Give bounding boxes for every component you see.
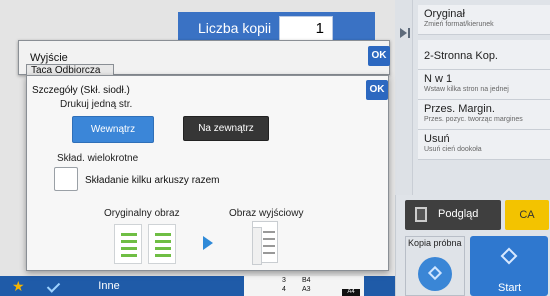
- outside-button[interactable]: Na zewnątrz: [183, 116, 269, 141]
- original-image-label: Oryginalny obraz: [104, 208, 180, 219]
- arrow-right-icon: [203, 236, 213, 250]
- original-page-right-icon: [148, 224, 176, 264]
- menu-item-original[interactable]: Oryginał Zmień format/kierunek: [418, 5, 550, 35]
- tray-size: B4: [302, 277, 311, 284]
- preview-button[interactable]: Podgląd: [405, 200, 501, 230]
- output-dialog-title: Wyjście: [30, 52, 68, 64]
- preview-icon: [415, 207, 427, 222]
- menu-item-subtitle: Usuń cień dookoła: [424, 146, 482, 153]
- menu-item-subtitle: Przes. pozyc. tworząc margines: [424, 116, 523, 123]
- inside-button[interactable]: Wewnątrz: [72, 116, 154, 143]
- multi-fold-checkbox[interactable]: [54, 167, 78, 191]
- menu-item-title: Przes. Margin.: [424, 103, 495, 115]
- start-button-label: Start: [498, 282, 522, 294]
- menu-item-subtitle: Zmień format/kierunek: [424, 21, 494, 28]
- details-dialog-title: Szczegóły (Skł. siodł.): [32, 85, 130, 96]
- details-ok-button[interactable]: OK: [366, 80, 388, 100]
- selected-paper-size-badge: A4: [342, 289, 360, 296]
- start-button[interactable]: Start: [470, 236, 548, 296]
- play-icon: [400, 28, 407, 38]
- tray-number: 3: [282, 277, 286, 284]
- favorite-star-icon[interactable]: ★: [12, 278, 25, 295]
- check-icon[interactable]: [42, 276, 70, 296]
- menu-item-title: Oryginał: [424, 8, 465, 20]
- menu-item-erase[interactable]: Usuń Usuń cień dookoła: [418, 130, 550, 160]
- menu-item-margin-shift[interactable]: Przes. Margin. Przes. pozyc. tworząc mar…: [418, 100, 550, 130]
- menu-item-title: 2-Stronna Kop.: [424, 50, 498, 62]
- multi-fold-checkbox-label[interactable]: Składanie kilku arkuszy razem: [85, 175, 220, 186]
- output-ok-button[interactable]: OK: [368, 46, 390, 66]
- menu-item-subtitle: Wstaw kilka stron na jednej: [424, 86, 509, 93]
- output-image-label: Obraz wyjściowy: [229, 208, 304, 219]
- menu-item-n-in-1[interactable]: N w 1 Wstaw kilka stron na jednej: [418, 70, 550, 100]
- copies-input[interactable]: 1: [279, 16, 333, 41]
- copies-label: Liczba kopii: [198, 20, 272, 36]
- menu-item-title: Usuń: [424, 133, 450, 145]
- original-page-left-icon: [114, 224, 142, 264]
- proof-copy-label: Kopia próbna: [408, 238, 462, 248]
- clear-all-button[interactable]: CA: [505, 200, 549, 230]
- menu-item-duplex[interactable]: 2-Stronna Kop.: [418, 40, 550, 70]
- tray-size: A3: [302, 286, 311, 293]
- play-bar-icon: [408, 28, 410, 38]
- print-one-page-label: Drukuj jedną str.: [60, 99, 133, 110]
- preview-button-label: Podgląd: [438, 208, 479, 220]
- multi-fold-label: Skład. wielokrotne: [57, 153, 139, 164]
- menu-item-title: N w 1: [424, 73, 453, 85]
- other-button[interactable]: Inne: [78, 276, 140, 296]
- tray-number: 4: [282, 286, 286, 293]
- folded-booklet-icon: [252, 221, 278, 265]
